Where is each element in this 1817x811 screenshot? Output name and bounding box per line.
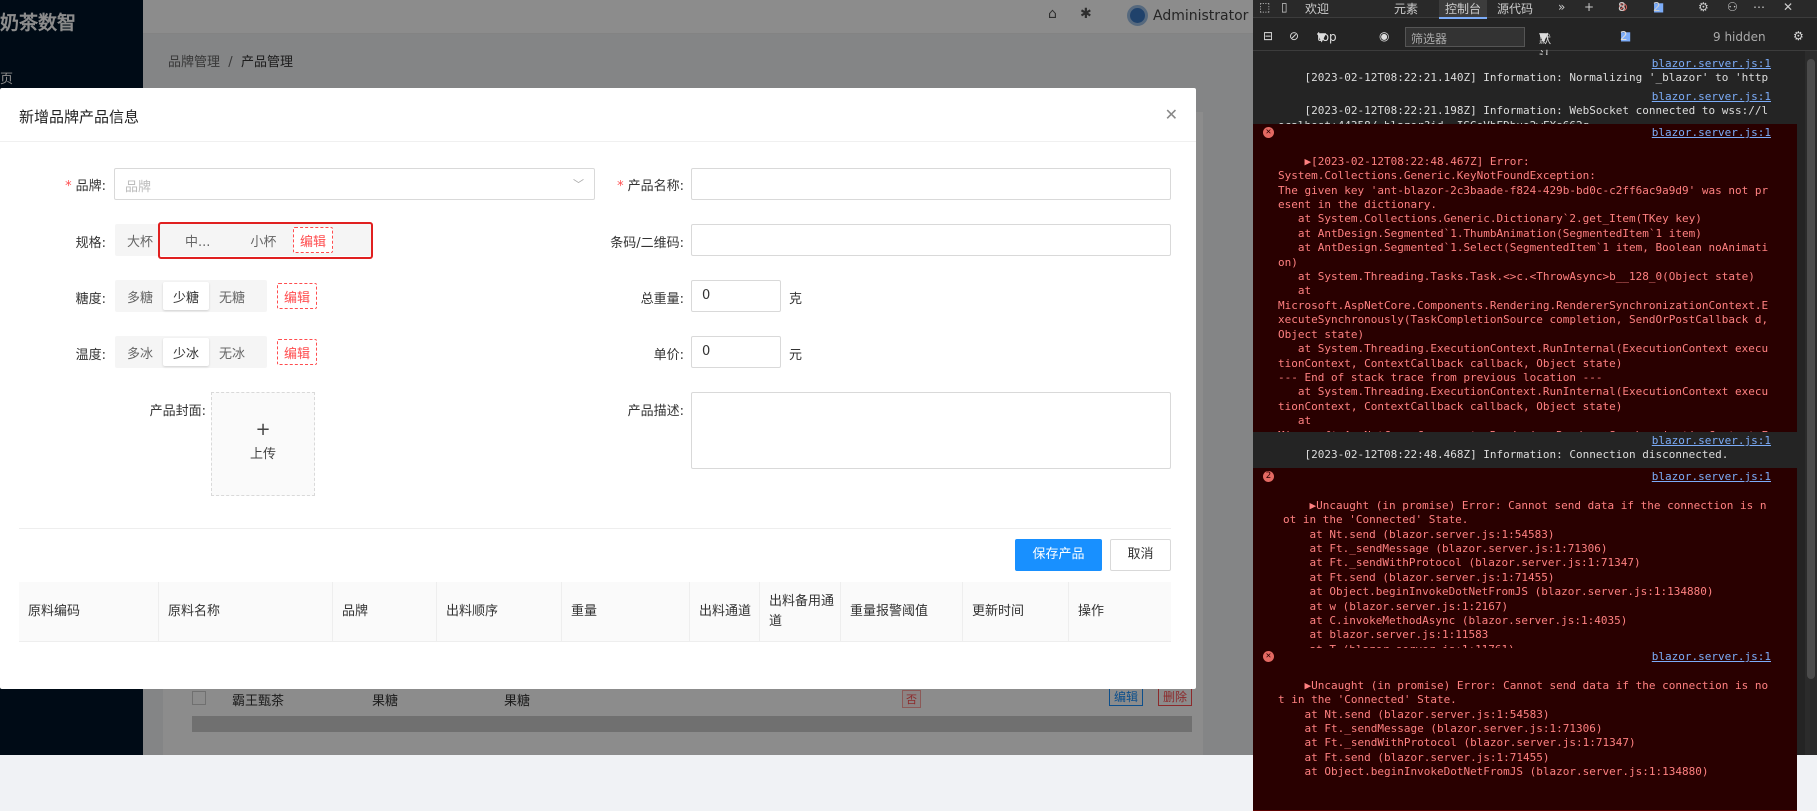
weight-input[interactable]: 0	[691, 280, 781, 312]
desc-textarea[interactable]	[691, 392, 1171, 469]
settings-icon[interactable]: ⚙	[1698, 0, 1709, 14]
clear-console-icon[interactable]: ⊘	[1289, 29, 1299, 43]
eye-icon[interactable]: ◉	[1379, 29, 1389, 43]
upload-button[interactable]: + 上传	[211, 392, 315, 496]
console-scrollbar[interactable]	[1805, 51, 1817, 755]
temp-segmented[interactable]: 多冰 少冰 无冰	[115, 336, 267, 368]
spec-option[interactable]: 大杯	[117, 226, 163, 254]
tab-console[interactable]: 控制台	[1439, 0, 1488, 19]
cancel-button[interactable]: 取消	[1110, 539, 1171, 571]
modal-header: 新增品牌产品信息 ✕	[0, 88, 1196, 142]
weight-label: 总重量:	[640, 292, 684, 307]
spec-label: 规格:	[75, 236, 106, 251]
source-link[interactable]: blazor.server.js:1	[1652, 90, 1771, 104]
console-settings-icon[interactable]: ⚙	[1793, 29, 1804, 43]
price-label: 单价:	[653, 348, 684, 363]
column-header: 出料备用通道	[760, 582, 841, 642]
add-tab-icon[interactable]: +	[1584, 0, 1594, 14]
close-icon[interactable]: ✕	[1165, 105, 1178, 124]
upload-label: 上传	[249, 447, 276, 462]
temp-label: 温度:	[75, 348, 106, 363]
cover-label: 产品封面:	[149, 404, 206, 419]
source-link[interactable]: blazor.server.js:1	[1652, 650, 1771, 664]
error-icon: ✕	[1263, 127, 1274, 138]
column-header: 重量	[562, 582, 690, 642]
hidden-count: 9 hidden	[1713, 30, 1766, 44]
column-header: 操作	[1078, 604, 1105, 619]
sidebar-toggle-icon[interactable]: ⊟	[1263, 29, 1273, 43]
level-select[interactable]: 默认级别 ▼	[1539, 30, 1551, 97]
console-toolbar: ⊟ ⊘ top ▼ ◉ 筛选器 默认级别 ▼ ■ 2 9 hidden ⚙	[1253, 25, 1817, 97]
product-name-input[interactable]	[691, 168, 1171, 200]
chevron-down-icon: ﹀	[573, 178, 584, 191]
app-window: 奶茶数智 页 ⌂ ✱ Administrator 品牌管理 / 产品管理 霸王甄…	[0, 0, 1253, 755]
source-link[interactable]: blazor.server.js:1	[1652, 434, 1771, 448]
brand-label: * 品牌:	[65, 179, 106, 194]
filter-input[interactable]: 筛选器	[1405, 27, 1525, 47]
column-header: 重量报警阈值	[841, 582, 963, 642]
device-icon[interactable]: ▯	[1281, 0, 1288, 14]
temp-option-selected[interactable]: 少冰	[163, 338, 210, 366]
source-link[interactable]: blazor.server.js:1	[1652, 126, 1771, 140]
temp-option[interactable]: 多冰	[117, 338, 163, 366]
price-unit: 元	[789, 348, 803, 363]
console-error[interactable]: ✕ ▶Uncaught (in promise) Error: Cannot s…	[1253, 648, 1797, 811]
more-tabs-icon[interactable]: »	[1558, 0, 1565, 14]
materials-table-header: 原料编码 原料名称 品牌 出料顺序 重量 出料通道 出料备用通道 重量报警阈值 …	[19, 582, 1171, 642]
sugar-option-selected[interactable]: 少糖	[163, 282, 210, 310]
source-link[interactable]: blazor.server.js:1	[1652, 470, 1771, 484]
brand-select[interactable]: 品牌 ﹀	[114, 168, 595, 200]
column-header: 原料编码	[19, 582, 159, 642]
highlight-box	[158, 222, 373, 259]
column-header: 出料通道	[690, 582, 760, 642]
tab-elements[interactable]: 元素	[1394, 0, 1418, 17]
divider	[19, 528, 1171, 529]
more-icon[interactable]: ⋯	[1753, 0, 1765, 14]
inspect-icon[interactable]: ⬚	[1259, 0, 1270, 14]
tab-welcome[interactable]: 欢迎	[1305, 0, 1329, 17]
column-header: 更新时间	[963, 582, 1069, 642]
temp-option[interactable]: 无冰	[209, 338, 255, 366]
repeat-count-badge: 2	[1263, 471, 1274, 482]
column-header: 出料顺序	[437, 582, 562, 642]
barcode-label: 条码/二维码:	[610, 236, 684, 251]
feedback-icon[interactable]: ⚇	[1727, 0, 1738, 14]
sugar-option[interactable]: 无糖	[209, 282, 255, 310]
devtools-panel: ⬚ ▯ 欢迎 元素 控制台 源代码 » + ⊗ 8 ■ 2 ⚙ ⚇ ⋯ ✕ ⊟ …	[1253, 0, 1817, 811]
sugar-segmented[interactable]: 多糖 少糖 无糖	[115, 280, 267, 312]
sugar-edit-button[interactable]: 编辑	[277, 283, 318, 309]
temp-edit-button[interactable]: 编辑	[277, 339, 318, 365]
tab-sources[interactable]: 源代码	[1497, 0, 1533, 17]
column-header: 品牌	[333, 582, 437, 642]
context-select[interactable]: top ▼	[1317, 30, 1337, 44]
desc-label: 产品描述:	[627, 404, 684, 419]
sugar-option[interactable]: 多糖	[117, 282, 163, 310]
error-icon: ✕	[1263, 651, 1274, 662]
devtools-tabs: ⬚ ▯ 欢迎 元素 控制台 源代码 » + ⊗ 8 ■ 2 ⚙ ⚇ ⋯ ✕	[1253, 0, 1817, 19]
price-input[interactable]: 0	[691, 336, 781, 368]
source-link[interactable]: blazor.server.js:1	[1652, 57, 1771, 71]
weight-unit: 克	[789, 292, 803, 307]
column-header: 原料名称	[159, 582, 333, 642]
barcode-input[interactable]	[691, 224, 1171, 256]
close-icon[interactable]: ✕	[1783, 0, 1793, 14]
product-name-label: * 产品名称:	[617, 179, 684, 194]
save-product-button[interactable]: 保存产品	[1015, 539, 1102, 571]
sugar-label: 糖度:	[75, 292, 106, 307]
plus-icon: +	[255, 419, 271, 440]
modal-title: 新增品牌产品信息	[19, 108, 140, 126]
